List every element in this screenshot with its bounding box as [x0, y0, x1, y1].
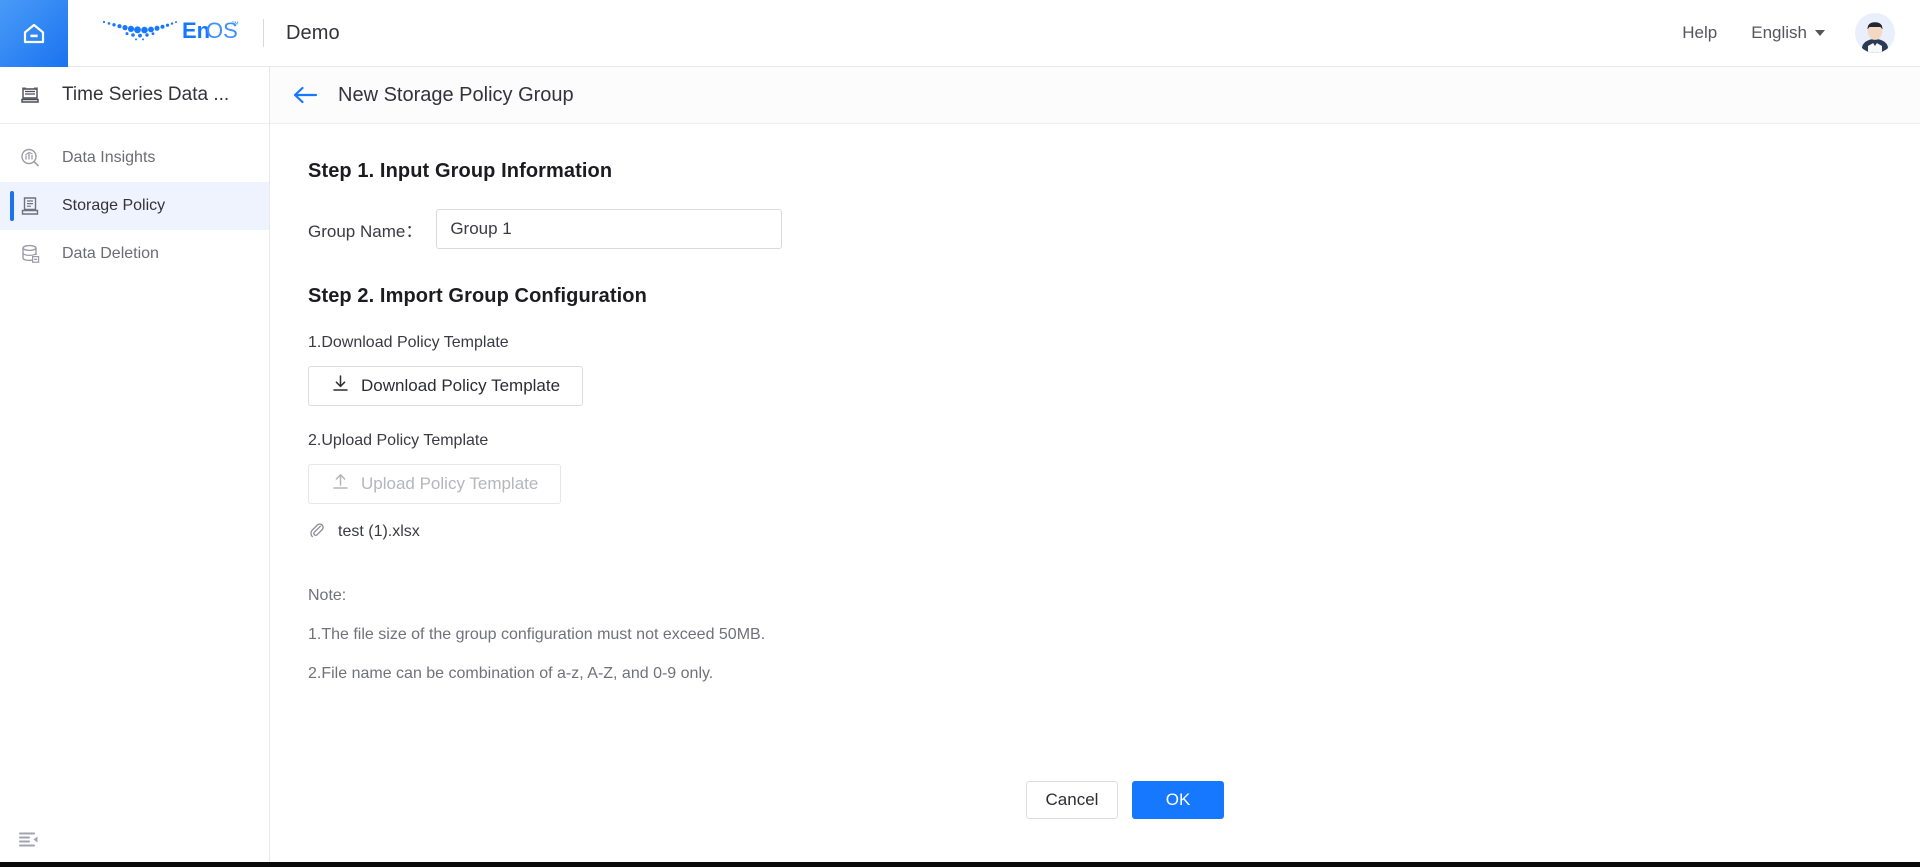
- brand-logo[interactable]: En OS ™ Demo: [94, 0, 340, 67]
- sidebar-item-label: Data Deletion: [62, 245, 159, 262]
- language-selector[interactable]: English: [1751, 23, 1825, 43]
- home-icon: [20, 19, 48, 47]
- storage-policy-icon: [18, 194, 42, 218]
- sidebar-item-label: Data Insights: [62, 149, 156, 166]
- group-name-input[interactable]: [436, 209, 783, 249]
- sidebar-item-label: Storage Policy: [62, 197, 166, 214]
- step-2-heading: Step 2. Import Group Configuration: [308, 285, 647, 307]
- form-content: Step 1. Input Group Information Group Na…: [270, 124, 1920, 683]
- download-icon: [331, 374, 350, 398]
- note-line-1: 1.The file size of the group configurati…: [308, 626, 766, 643]
- time-series-data-icon: [18, 83, 42, 107]
- sidebar-item-data-deletion[interactable]: Data Deletion: [0, 230, 269, 278]
- upload-template-label: 2.Upload Policy Template: [308, 432, 489, 449]
- top-header-bar: En OS ™ Demo Help English: [0, 0, 1920, 67]
- help-link[interactable]: Help: [1682, 23, 1717, 43]
- cancel-button[interactable]: Cancel: [1026, 781, 1118, 819]
- sidebar-item-data-insights[interactable]: Data Insights: [0, 134, 269, 182]
- page-header: New Storage Policy Group: [270, 67, 1920, 124]
- note-heading: Note:: [308, 587, 347, 604]
- uploaded-file-name: test (1).xlsx: [338, 523, 420, 540]
- download-template-label: 1.Download Policy Template: [308, 334, 509, 351]
- language-label: English: [1751, 23, 1807, 42]
- header-actions: Help English: [1682, 0, 1920, 67]
- paperclip-icon: [308, 521, 325, 543]
- download-policy-template-label: Download Policy Template: [361, 376, 561, 395]
- uploaded-file-row[interactable]: test (1).xlsx: [308, 521, 1920, 543]
- note-line-2: 2.File name can be combination of a-z, A…: [308, 665, 714, 682]
- main-content: New Storage Policy Group Step 1. Input G…: [270, 67, 1920, 867]
- sidebar-item-storage-policy[interactable]: Storage Policy: [0, 182, 269, 230]
- chevron-down-icon: [1815, 30, 1825, 36]
- back-arrow-icon[interactable]: [292, 85, 318, 105]
- sidebar-menu: Data Insights Storage Policy Data Deleti…: [0, 124, 269, 278]
- sidebar-app-title: Time Series Data ...: [0, 67, 269, 124]
- enos-logo-icon: En OS ™: [94, 14, 239, 53]
- page-title: New Storage Policy Group: [338, 83, 574, 106]
- form-actions: Cancel OK: [270, 781, 1920, 819]
- upload-policy-template-label: Upload Policy Template: [361, 474, 539, 493]
- window-bottom-edge: [0, 862, 1920, 867]
- svg-text:™: ™: [231, 20, 239, 29]
- sidebar: Time Series Data ... Data Insights Stora…: [0, 67, 270, 867]
- header-divider: [263, 19, 264, 47]
- data-insights-icon: [18, 146, 42, 170]
- collapse-sidebar-icon: [18, 832, 40, 855]
- ok-button[interactable]: OK: [1132, 781, 1224, 819]
- workspace-name: Demo: [286, 21, 340, 44]
- step-1-heading: Step 1. Input Group Information: [308, 160, 613, 182]
- upload-icon: [331, 472, 350, 496]
- sidebar-app-title-label: Time Series Data ...: [62, 84, 230, 105]
- group-name-row: Group Name：: [308, 209, 1920, 249]
- download-policy-template-button[interactable]: Download Policy Template: [308, 366, 584, 406]
- avatar[interactable]: [1855, 13, 1895, 53]
- home-button[interactable]: [0, 0, 68, 67]
- collapse-sidebar-button[interactable]: [18, 829, 40, 851]
- group-name-label: Group Name：: [308, 221, 423, 241]
- data-deletion-icon: [18, 242, 42, 266]
- upload-policy-template-button[interactable]: Upload Policy Template: [308, 464, 562, 504]
